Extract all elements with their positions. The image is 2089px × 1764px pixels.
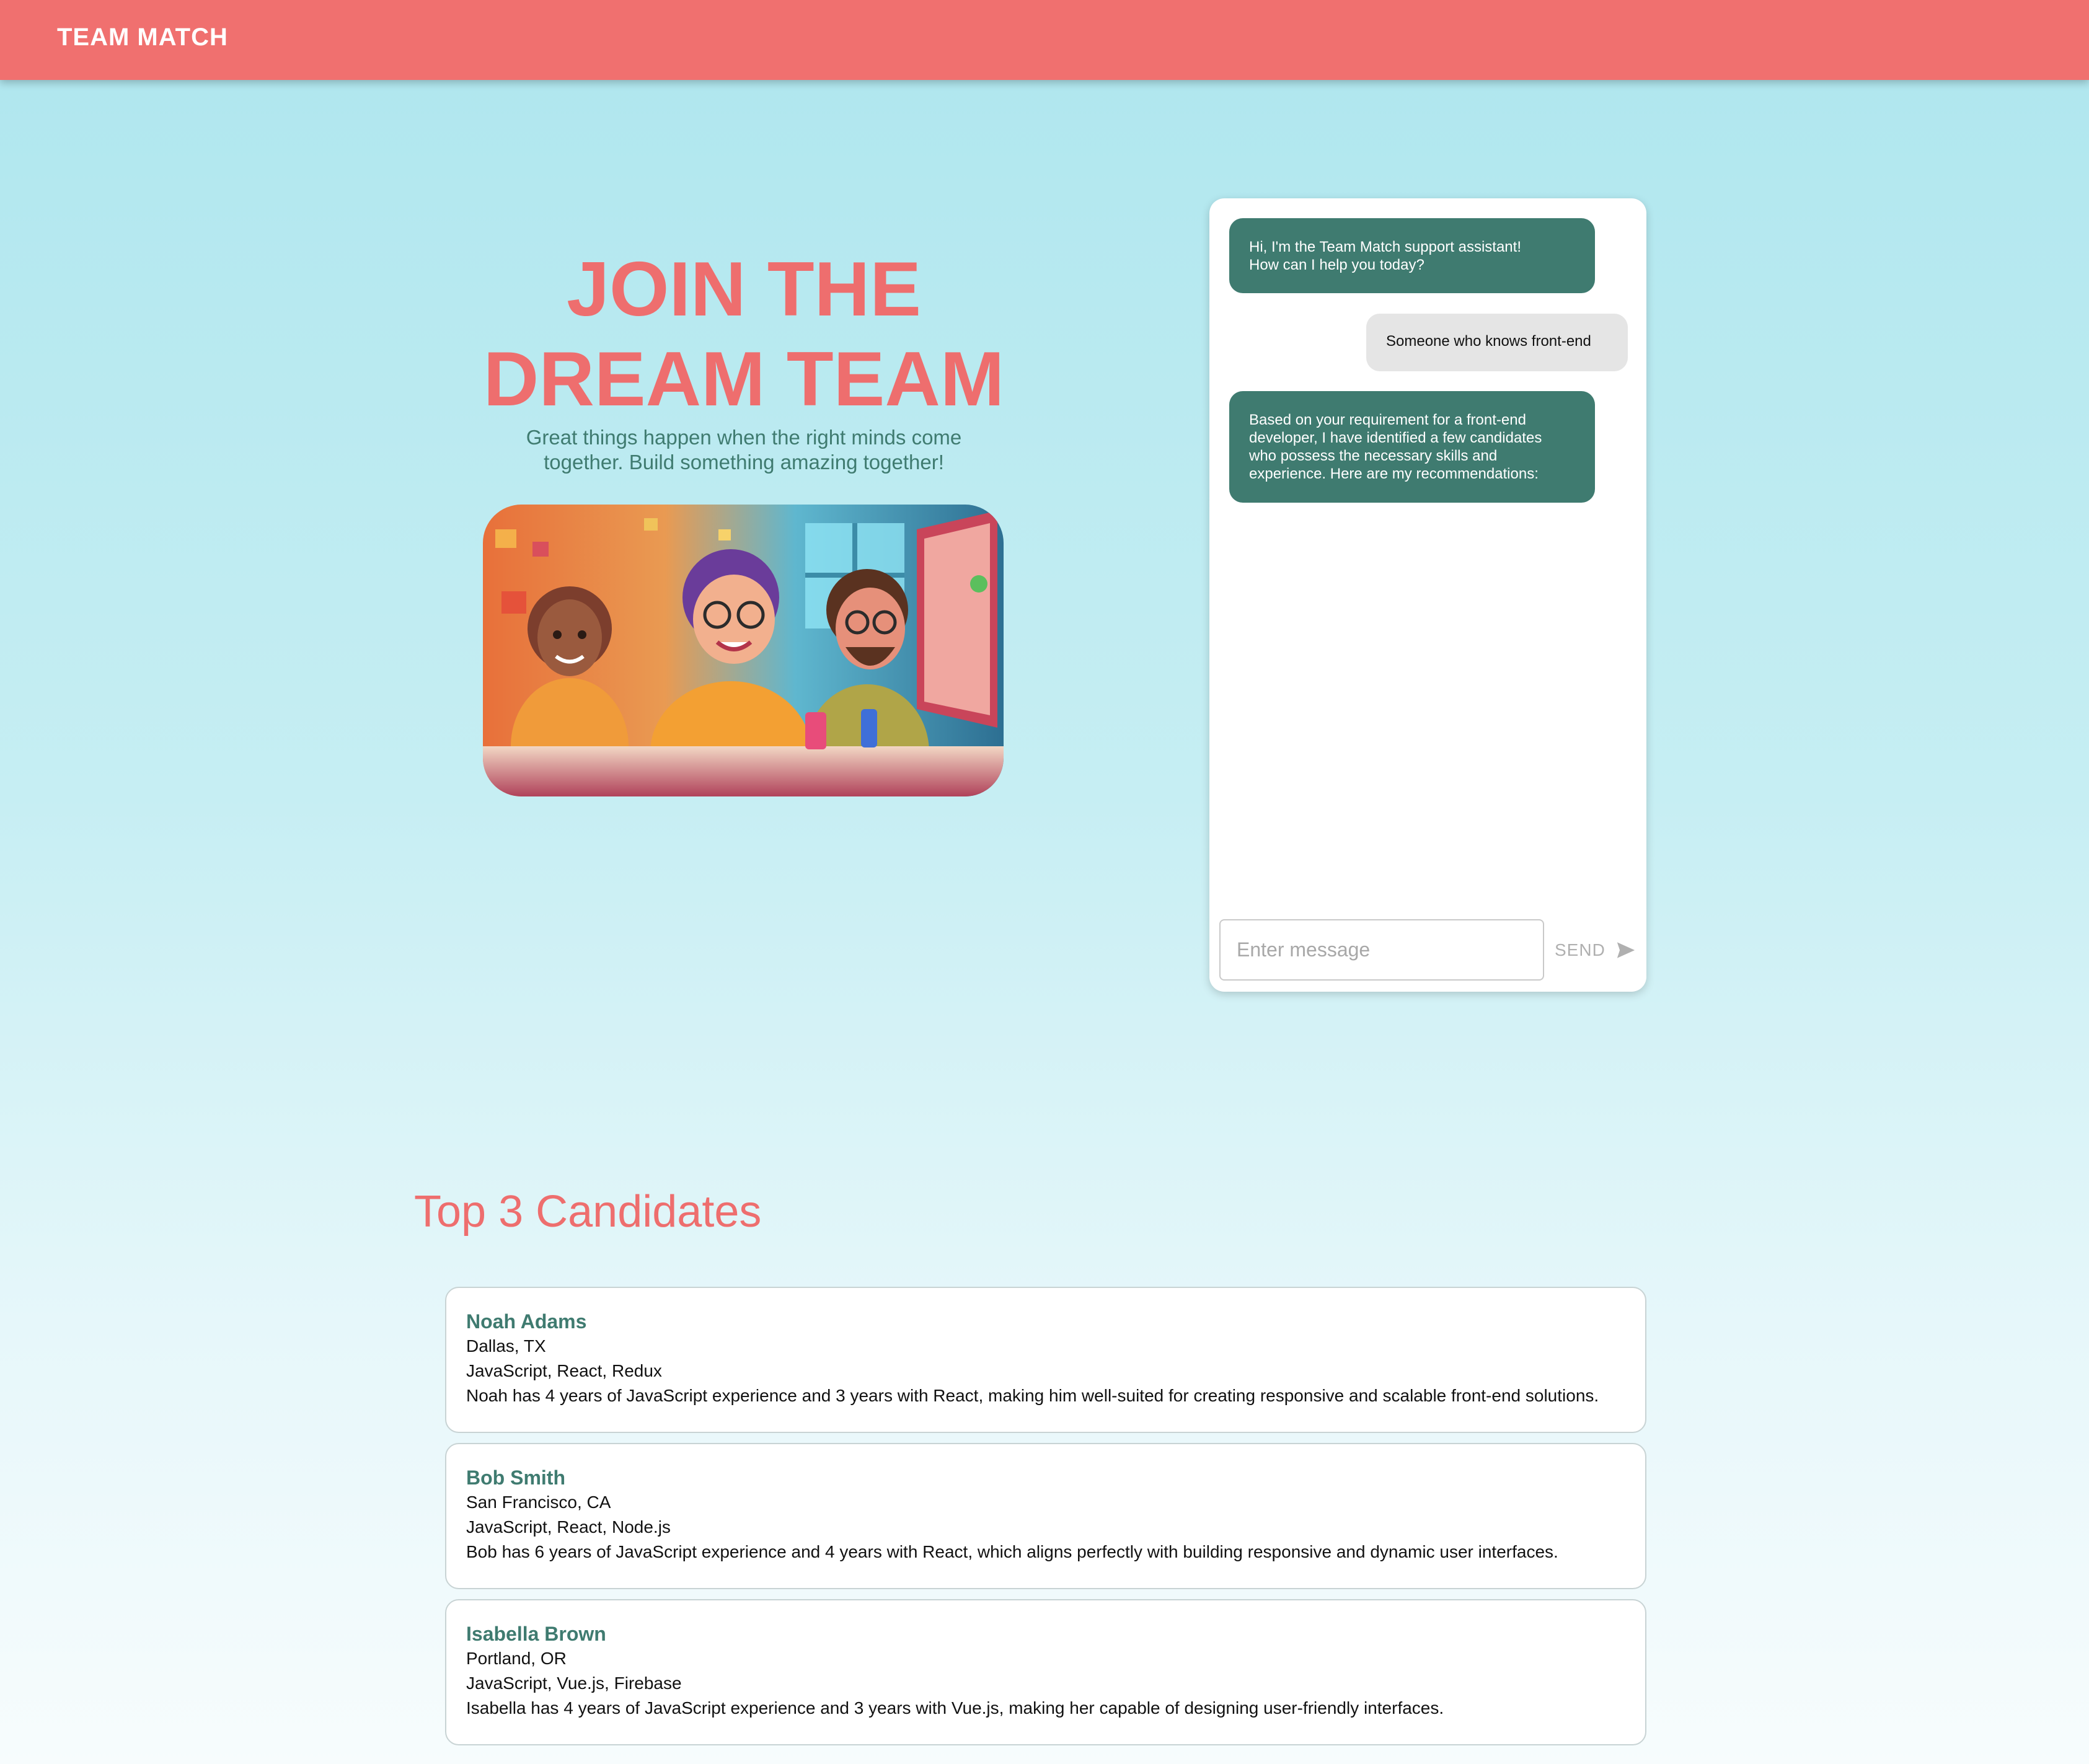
candidate-location: Portland, OR (466, 1649, 567, 1668)
candidates-title: Top 3 Candidates (414, 1187, 762, 1237)
message-text: Based on your requirement for a front-en… (1249, 412, 1526, 428)
candidate-card[interactable]: Isabella Brown Portland, OR JavaScript, … (445, 1599, 1646, 1745)
message-text: developer, I have identified a few candi… (1249, 430, 1542, 446)
send-label: SEND (1555, 940, 1605, 959)
message-text: experience. Here are my recommendations: (1249, 465, 1539, 482)
candidate-skills: JavaScript, React, Redux (466, 1361, 662, 1380)
chat-panel: Hi, I'm the Team Match support assistant… (1209, 198, 1646, 992)
message-text: How can I help you today? (1249, 257, 1424, 273)
team-illustration-art (483, 505, 1004, 796)
candidate-summary: Noah has 4 years of JavaScript experienc… (466, 1386, 1599, 1405)
candidate-name: Bob Smith (466, 1466, 565, 1489)
candidate-summary: Isabella has 4 years of JavaScript exper… (466, 1698, 1444, 1718)
hero-title-line-2: DREAM TEAM (483, 337, 1005, 422)
send-icon (1617, 942, 1635, 958)
candidate-name: Noah Adams (466, 1310, 587, 1333)
assistant-message: Based on your requirement for a front-en… (1229, 391, 1595, 503)
candidate-card[interactable]: Noah Adams Dallas, TX JavaScript, React,… (445, 1287, 1646, 1433)
candidate-summary: Bob has 6 years of JavaScript experience… (466, 1542, 1558, 1561)
top-navbar: TEAM MATCH (0, 0, 2089, 80)
candidate-location: San Francisco, CA (466, 1493, 611, 1512)
candidate-name: Isabella Brown (466, 1623, 606, 1645)
brand-logo[interactable]: TEAM MATCH (57, 24, 228, 51)
user-message: Someone who knows front-end (1366, 314, 1628, 371)
send-button[interactable]: SEND (1555, 928, 1641, 972)
hero-title: JOIN THE DREAM TEAM (403, 245, 1085, 425)
candidate-location: Dallas, TX (466, 1336, 546, 1356)
hero-title-line-1: JOIN THE (567, 247, 921, 332)
hero-subtitle: Great things happen when the right minds… (484, 425, 1004, 475)
message-text: who possess the necessary skills and (1249, 448, 1498, 464)
candidate-skills: JavaScript, React, Node.js (466, 1517, 671, 1537)
candidate-card[interactable]: Bob Smith San Francisco, CA JavaScript, … (445, 1443, 1646, 1589)
hero-subtitle-line-1: Great things happen when the right minds… (526, 426, 962, 449)
team-illustration (483, 505, 1004, 796)
message-input[interactable] (1219, 919, 1544, 981)
message-text: Hi, I'm the Team Match support assistant… (1249, 239, 1521, 255)
message-text: Someone who knows front-end (1386, 333, 1591, 350)
candidate-skills: JavaScript, Vue.js, Firebase (466, 1674, 682, 1693)
assistant-message: Hi, I'm the Team Match support assistant… (1229, 218, 1595, 293)
hero-subtitle-line-2: together. Build something amazing togeth… (544, 451, 944, 474)
